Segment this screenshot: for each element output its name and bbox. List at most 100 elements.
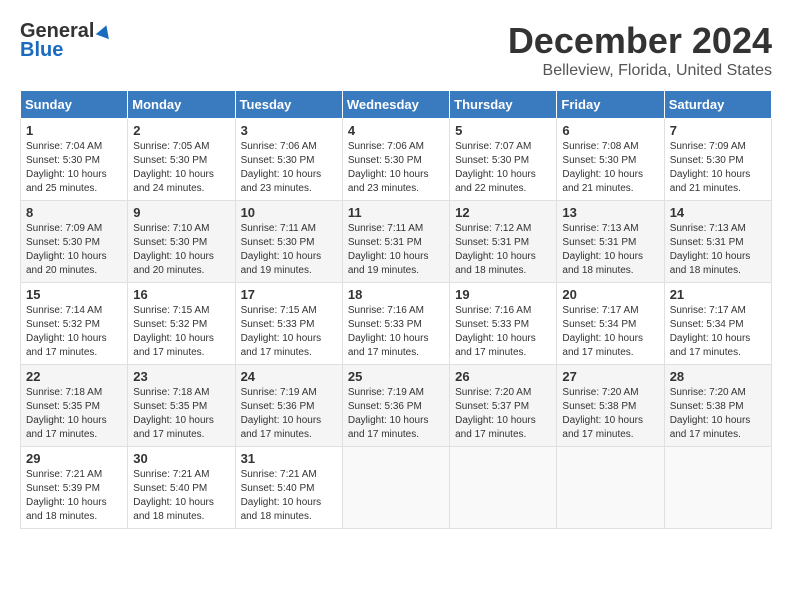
- calendar-cell: 4 Sunrise: 7:06 AMSunset: 5:30 PMDaylight…: [342, 119, 449, 201]
- cell-data: Sunrise: 7:15 AMSunset: 5:32 PMDaylight:…: [133, 304, 229, 360]
- cell-data: Sunrise: 7:06 AMSunset: 5:30 PMDaylight:…: [348, 140, 444, 196]
- calendar-cell: 13 Sunrise: 7:13 AMSunset: 5:31 PMDayligh…: [557, 201, 664, 283]
- calendar-cell: 12Sunrise: 7:12 AMSunset: 5:31 PMDayligh…: [450, 201, 557, 283]
- calendar-cell: 21 Sunrise: 7:17 AMSunset: 5:34 PMDayligh…: [664, 283, 771, 365]
- cell-data: Sunrise: 7:08 AMSunset: 5:30 PMDaylight:…: [562, 140, 658, 196]
- calendar-cell: 15 Sunrise: 7:14 AMSunset: 5:32 PMDayligh…: [21, 283, 128, 365]
- day-number: 12: [455, 205, 551, 220]
- cell-data: Sunrise: 7:14 AMSunset: 5:32 PMDaylight:…: [26, 304, 122, 360]
- logo: General Blue: [20, 20, 114, 62]
- calendar-cell: 7 Sunrise: 7:09 AMSunset: 5:30 PMDaylight…: [664, 119, 771, 201]
- day-number: 8: [26, 205, 122, 220]
- cell-data: Sunrise: 7:09 AMSunset: 5:30 PMDaylight:…: [26, 222, 122, 278]
- day-number: 14: [670, 205, 766, 220]
- calendar-cell: 29 Sunrise: 7:21 AMSunset: 5:39 PMDayligh…: [21, 447, 128, 529]
- cell-data: Sunrise: 7:20 AMSunset: 5:38 PMDaylight:…: [562, 386, 658, 442]
- day-number: 1: [26, 123, 122, 138]
- logo-blue: Blue: [20, 39, 63, 62]
- day-number: 28: [670, 369, 766, 384]
- calendar-cell: [342, 447, 449, 529]
- day-number: 2: [133, 123, 229, 138]
- cell-data: Sunrise: 7:07 AMSunset: 5:30 PMDaylight:…: [455, 140, 551, 196]
- day-number: 23: [133, 369, 229, 384]
- calendar-cell: 5 Sunrise: 7:07 AMSunset: 5:30 PMDaylight…: [450, 119, 557, 201]
- day-number: 7: [670, 123, 766, 138]
- day-number: 19: [455, 287, 551, 302]
- day-number: 25: [348, 369, 444, 384]
- calendar-cell: 20 Sunrise: 7:17 AMSunset: 5:34 PMDayligh…: [557, 283, 664, 365]
- calendar-cell: 16 Sunrise: 7:15 AMSunset: 5:32 PMDayligh…: [128, 283, 235, 365]
- logo-triangle-icon: [95, 23, 113, 41]
- cell-data: Sunrise: 7:05 AMSunset: 5:30 PMDaylight:…: [133, 140, 229, 196]
- cell-data: Sunrise: 7:09 AMSunset: 5:30 PMDaylight:…: [670, 140, 766, 196]
- cell-data: Sunrise: 7:21 AMSunset: 5:40 PMDaylight:…: [241, 468, 337, 524]
- calendar-cell: 27 Sunrise: 7:20 AMSunset: 5:38 PMDayligh…: [557, 365, 664, 447]
- cell-data: Sunrise: 7:13 AMSunset: 5:31 PMDaylight:…: [670, 222, 766, 278]
- calendar-week-row: 1 Sunrise: 7:04 AMSunset: 5:30 PMDaylight…: [21, 119, 772, 201]
- page-header: General Blue December 2024 Belleview, Fl…: [20, 20, 772, 80]
- day-number: 6: [562, 123, 658, 138]
- cell-data: Sunrise: 7:18 AMSunset: 5:35 PMDaylight:…: [26, 386, 122, 442]
- header-wednesday: Wednesday: [342, 91, 449, 119]
- cell-data: Sunrise: 7:15 AMSunset: 5:33 PMDaylight:…: [241, 304, 337, 360]
- cell-data: Sunrise: 7:04 AMSunset: 5:30 PMDaylight:…: [26, 140, 122, 196]
- day-number: 31: [241, 451, 337, 466]
- header-tuesday: Tuesday: [235, 91, 342, 119]
- location-subtitle: Belleview, Florida, United States: [508, 62, 772, 80]
- header-saturday: Saturday: [664, 91, 771, 119]
- cell-data: Sunrise: 7:21 AMSunset: 5:40 PMDaylight:…: [133, 468, 229, 524]
- day-number: 26: [455, 369, 551, 384]
- calendar-cell: 22Sunrise: 7:18 AMSunset: 5:35 PMDayligh…: [21, 365, 128, 447]
- calendar-cell: 26 Sunrise: 7:20 AMSunset: 5:37 PMDayligh…: [450, 365, 557, 447]
- calendar-cell: 31 Sunrise: 7:21 AMSunset: 5:40 PMDayligh…: [235, 447, 342, 529]
- calendar-cell: 8 Sunrise: 7:09 AMSunset: 5:30 PMDaylight…: [21, 201, 128, 283]
- cell-data: Sunrise: 7:17 AMSunset: 5:34 PMDaylight:…: [670, 304, 766, 360]
- calendar-cell: 6 Sunrise: 7:08 AMSunset: 5:30 PMDaylight…: [557, 119, 664, 201]
- header-thursday: Thursday: [450, 91, 557, 119]
- header-monday: Monday: [128, 91, 235, 119]
- day-number: 3: [241, 123, 337, 138]
- day-number: 16: [133, 287, 229, 302]
- header-friday: Friday: [557, 91, 664, 119]
- day-number: 4: [348, 123, 444, 138]
- day-number: 27: [562, 369, 658, 384]
- cell-data: Sunrise: 7:21 AMSunset: 5:39 PMDaylight:…: [26, 468, 122, 524]
- calendar-cell: 11Sunrise: 7:11 AMSunset: 5:31 PMDayligh…: [342, 201, 449, 283]
- header-sunday: Sunday: [21, 91, 128, 119]
- cell-data: Sunrise: 7:13 AMSunset: 5:31 PMDaylight:…: [562, 222, 658, 278]
- day-number: 13: [562, 205, 658, 220]
- cell-data: Sunrise: 7:20 AMSunset: 5:38 PMDaylight:…: [670, 386, 766, 442]
- cell-data: Sunrise: 7:17 AMSunset: 5:34 PMDaylight:…: [562, 304, 658, 360]
- day-number: 15: [26, 287, 122, 302]
- calendar-header-row: SundayMondayTuesdayWednesdayThursdayFrid…: [21, 91, 772, 119]
- calendar-week-row: 29 Sunrise: 7:21 AMSunset: 5:39 PMDayligh…: [21, 447, 772, 529]
- calendar-cell: [664, 447, 771, 529]
- day-number: 30: [133, 451, 229, 466]
- calendar-cell: 19 Sunrise: 7:16 AMSunset: 5:33 PMDayligh…: [450, 283, 557, 365]
- day-number: 21: [670, 287, 766, 302]
- cell-data: Sunrise: 7:20 AMSunset: 5:37 PMDaylight:…: [455, 386, 551, 442]
- calendar-cell: 9Sunrise: 7:10 AMSunset: 5:30 PMDaylight…: [128, 201, 235, 283]
- day-number: 11: [348, 205, 444, 220]
- cell-data: Sunrise: 7:11 AMSunset: 5:30 PMDaylight:…: [241, 222, 337, 278]
- day-number: 18: [348, 287, 444, 302]
- day-number: 9: [133, 205, 229, 220]
- cell-data: Sunrise: 7:16 AMSunset: 5:33 PMDaylight:…: [455, 304, 551, 360]
- calendar-cell: 30 Sunrise: 7:21 AMSunset: 5:40 PMDayligh…: [128, 447, 235, 529]
- day-number: 20: [562, 287, 658, 302]
- calendar-week-row: 22Sunrise: 7:18 AMSunset: 5:35 PMDayligh…: [21, 365, 772, 447]
- calendar-cell: 25 Sunrise: 7:19 AMSunset: 5:36 PMDayligh…: [342, 365, 449, 447]
- day-number: 10: [241, 205, 337, 220]
- cell-data: Sunrise: 7:19 AMSunset: 5:36 PMDaylight:…: [348, 386, 444, 442]
- calendar-table: SundayMondayTuesdayWednesdayThursdayFrid…: [20, 90, 772, 529]
- month-title: December 2024: [508, 20, 772, 62]
- calendar-cell: 3 Sunrise: 7:06 AMSunset: 5:30 PMDaylight…: [235, 119, 342, 201]
- calendar-cell: 14 Sunrise: 7:13 AMSunset: 5:31 PMDayligh…: [664, 201, 771, 283]
- calendar-cell: 2 Sunrise: 7:05 AMSunset: 5:30 PMDaylight…: [128, 119, 235, 201]
- day-number: 17: [241, 287, 337, 302]
- title-area: December 2024 Belleview, Florida, United…: [508, 20, 772, 80]
- calendar-cell: 18Sunrise: 7:16 AMSunset: 5:33 PMDayligh…: [342, 283, 449, 365]
- day-number: 5: [455, 123, 551, 138]
- day-number: 29: [26, 451, 122, 466]
- cell-data: Sunrise: 7:06 AMSunset: 5:30 PMDaylight:…: [241, 140, 337, 196]
